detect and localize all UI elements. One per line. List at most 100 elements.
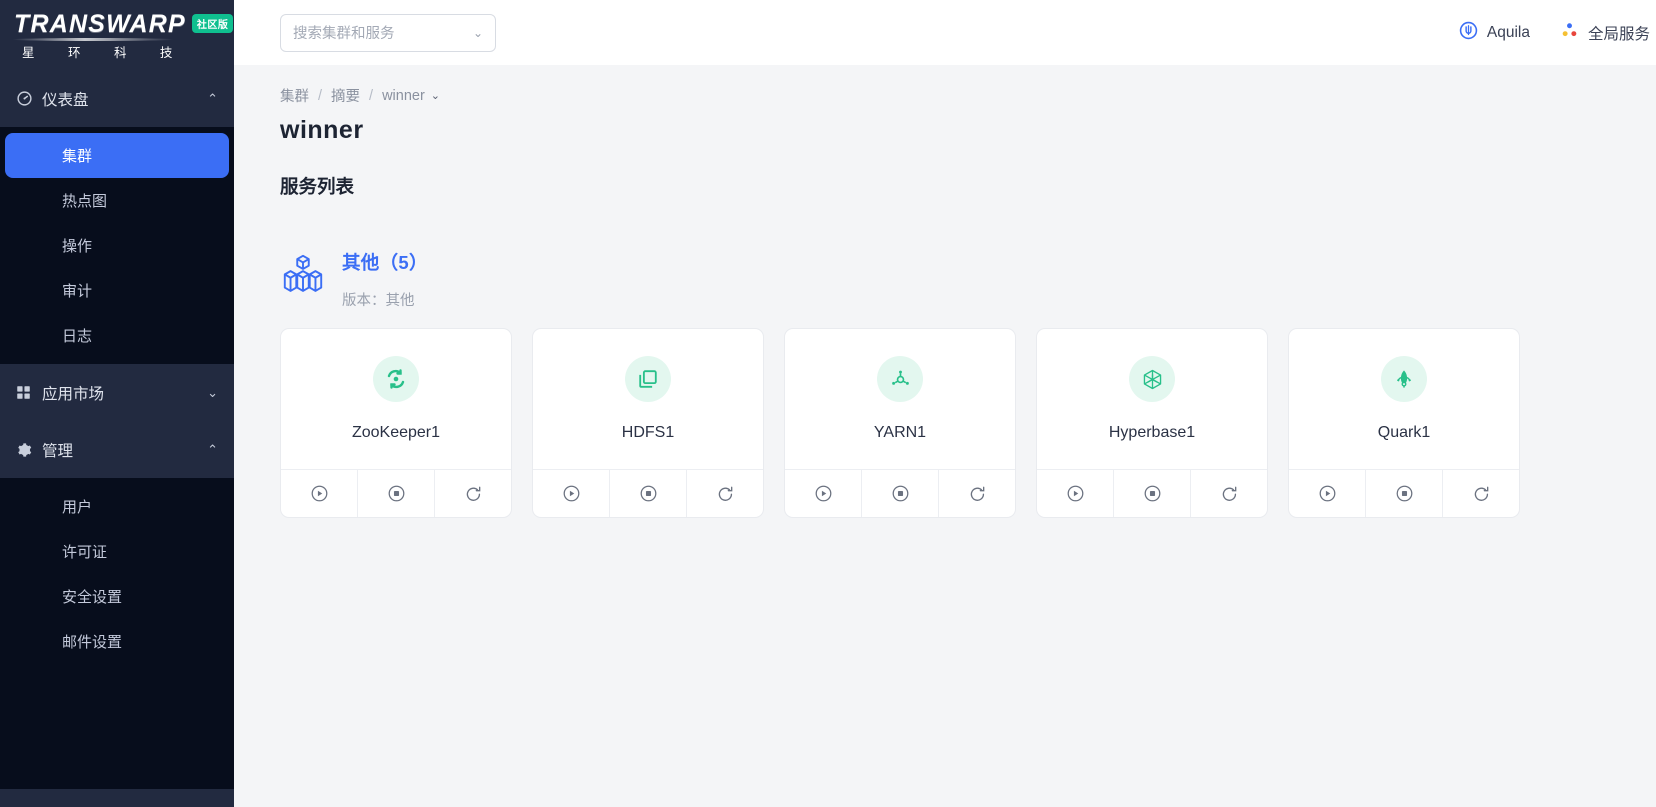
chevron-up-icon: ⌃ xyxy=(207,441,218,457)
section-title: 服务列表 xyxy=(280,176,355,197)
stop-circle-icon[interactable] xyxy=(861,470,938,517)
brand-subtitle: 星 环 科 技 xyxy=(22,45,188,60)
header-link-aquila[interactable]: Aquila xyxy=(1459,21,1530,45)
sidebar-item-label: 用户 xyxy=(62,499,93,516)
sidebar-group-label: 应用市场 xyxy=(42,385,105,403)
stop-circle-icon[interactable] xyxy=(1113,470,1190,517)
service-card-actions xyxy=(785,469,1015,517)
play-circle-icon[interactable] xyxy=(1289,470,1365,517)
yarn-icon xyxy=(877,356,923,402)
breadcrumb-separator: / xyxy=(318,87,323,104)
service-group-meta: 其他（5） 版本：其他 xyxy=(342,249,428,310)
service-group-name[interactable]: 其他（5） xyxy=(342,249,428,275)
service-name: YARN1 xyxy=(873,424,927,441)
gauge-icon xyxy=(16,90,42,107)
brand-swoosh-decoration xyxy=(12,38,174,41)
sidebar-submenu-dashboard: 集群 热点图 操作 审计 日志 xyxy=(0,127,234,364)
header-right-links: Aquila 全局服务 xyxy=(1459,21,1656,45)
service-card-body: Hyperbase1 xyxy=(1037,329,1267,469)
play-circle-icon[interactable] xyxy=(533,470,609,517)
section-header: 服务列表 xyxy=(234,145,1656,199)
page-title-row: winner xyxy=(234,106,1656,145)
breadcrumb-item-summary[interactable]: 摘要 xyxy=(331,85,360,106)
sidebar-nav: 仪表盘 ⌃ 集群 热点图 操作 审计 日志 应用市场 ⌄ 管理 ⌃ 用户 许可证… xyxy=(0,70,234,789)
sidebar-item-security-settings[interactable]: 安全设置 xyxy=(0,574,234,619)
grid-icon xyxy=(16,385,42,400)
service-card-quark1[interactable]: Quark1 xyxy=(1288,328,1520,518)
page-title: winner xyxy=(280,116,364,144)
service-card-actions xyxy=(1289,469,1519,517)
sidebar-group-dashboard[interactable]: 仪表盘 ⌃ xyxy=(0,70,234,127)
restart-icon[interactable] xyxy=(938,470,1015,517)
dots-color-icon xyxy=(1560,21,1579,45)
restart-icon[interactable] xyxy=(1442,470,1519,517)
main-column: 搜索集群和服务 ⌄ Aquila 全局服务 集群 / 摘要 / winner ⌄… xyxy=(234,0,1656,807)
chevron-down-icon: ⌄ xyxy=(207,384,218,400)
app-root: TRANSWARP 社区版 星 环 科 技 仪表盘 ⌃ 集群 热点图 操作 审计… xyxy=(0,0,1656,807)
sidebar-item-cluster[interactable]: 集群 xyxy=(5,133,229,178)
service-name: HDFS1 xyxy=(621,424,675,441)
restart-icon[interactable] xyxy=(1190,470,1267,517)
sidebar-item-label: 日志 xyxy=(62,328,93,345)
content-area: 集群 / 摘要 / winner ⌄ winner 启动全部 服务列表 xyxy=(234,65,1656,807)
service-card-body: Quark1 xyxy=(1289,329,1519,469)
sidebar-item-heatmap[interactable]: 热点图 xyxy=(0,178,234,223)
service-card-list: ZooKeeper1 HDFS1 YARN1 Hyperbase1 Quark1 xyxy=(280,328,1656,518)
sidebar-item-users[interactable]: 用户 xyxy=(0,484,234,529)
service-card-actions xyxy=(533,469,763,517)
chevron-down-icon: ⌄ xyxy=(472,25,483,40)
hdfs-icon xyxy=(625,356,671,402)
brand-logo[interactable]: TRANSWARP 社区版 星 环 科 技 xyxy=(0,0,234,70)
stop-circle-icon[interactable] xyxy=(1365,470,1442,517)
play-circle-icon[interactable] xyxy=(785,470,861,517)
sidebar-item-mail-settings[interactable]: 邮件设置 xyxy=(0,619,234,664)
restart-icon[interactable] xyxy=(686,470,763,517)
restart-icon[interactable] xyxy=(434,470,511,517)
sidebar-item-audit[interactable]: 审计 xyxy=(0,268,234,313)
brand-edition-badge: 社区版 xyxy=(191,13,234,33)
search-input[interactable]: 搜索集群和服务 ⌄ xyxy=(280,13,496,52)
sidebar-group-appmarket[interactable]: 应用市场 ⌄ xyxy=(0,364,234,421)
breadcrumb-separator: / xyxy=(369,87,374,104)
brand-wordmark: TRANSWARP xyxy=(14,9,186,38)
sidebar-group-label: 仪表盘 xyxy=(42,91,89,109)
breadcrumb-item-cluster[interactable]: 集群 xyxy=(280,85,309,106)
aquila-logo-icon xyxy=(1459,21,1478,45)
sidebar: TRANSWARP 社区版 星 环 科 技 仪表盘 ⌃ 集群 热点图 操作 审计… xyxy=(0,0,234,807)
breadcrumb: 集群 / 摘要 / winner ⌄ xyxy=(234,65,1656,106)
sidebar-item-label: 邮件设置 xyxy=(62,634,123,651)
sidebar-group-label: 管理 xyxy=(42,442,74,460)
service-card-hdfs1[interactable]: HDFS1 xyxy=(532,328,764,518)
breadcrumb-item-winner[interactable]: winner ⌄ xyxy=(382,88,440,104)
cube-cluster-icon xyxy=(280,251,326,297)
service-card-actions xyxy=(281,469,511,517)
sidebar-item-logs[interactable]: 日志 xyxy=(0,313,234,358)
sidebar-item-label: 审计 xyxy=(62,283,93,300)
service-card-actions xyxy=(1037,469,1267,517)
service-group-version: 版本：其他 xyxy=(342,293,415,309)
play-circle-icon[interactable] xyxy=(281,470,357,517)
service-name: Hyperbase1 xyxy=(1108,424,1196,441)
hyperbase-icon xyxy=(1129,356,1175,402)
play-circle-icon[interactable] xyxy=(1037,470,1113,517)
service-card-yarn1[interactable]: YARN1 xyxy=(784,328,1016,518)
sidebar-submenu-management: 用户 许可证 安全设置 邮件设置 xyxy=(0,478,234,670)
sidebar-item-license[interactable]: 许可证 xyxy=(0,529,234,574)
quark-rocket-icon xyxy=(1381,356,1427,402)
zookeeper-icon xyxy=(373,356,419,402)
sidebar-item-label: 许可证 xyxy=(62,544,108,561)
breadcrumb-item-label: winner xyxy=(382,87,425,104)
sidebar-item-label: 集群 xyxy=(62,148,93,165)
search-placeholder: 搜索集群和服务 xyxy=(293,26,395,42)
sidebar-item-operations[interactable]: 操作 xyxy=(0,223,234,268)
header-link-global-service[interactable]: 全局服务 xyxy=(1560,21,1650,45)
sidebar-group-management[interactable]: 管理 ⌃ xyxy=(0,421,234,478)
service-card-hyperbase1[interactable]: Hyperbase1 xyxy=(1036,328,1268,518)
service-card-zookeeper1[interactable]: ZooKeeper1 xyxy=(280,328,512,518)
header-link-label: 全局服务 xyxy=(1587,25,1650,43)
stop-circle-icon[interactable] xyxy=(357,470,434,517)
stop-circle-icon[interactable] xyxy=(609,470,686,517)
service-group: 其他（5） 版本：其他 ZooKeeper1 HDFS1 YARN1 Hyper… xyxy=(234,199,1656,518)
service-card-body: HDFS1 xyxy=(533,329,763,469)
sidebar-item-label: 安全设置 xyxy=(62,589,123,606)
